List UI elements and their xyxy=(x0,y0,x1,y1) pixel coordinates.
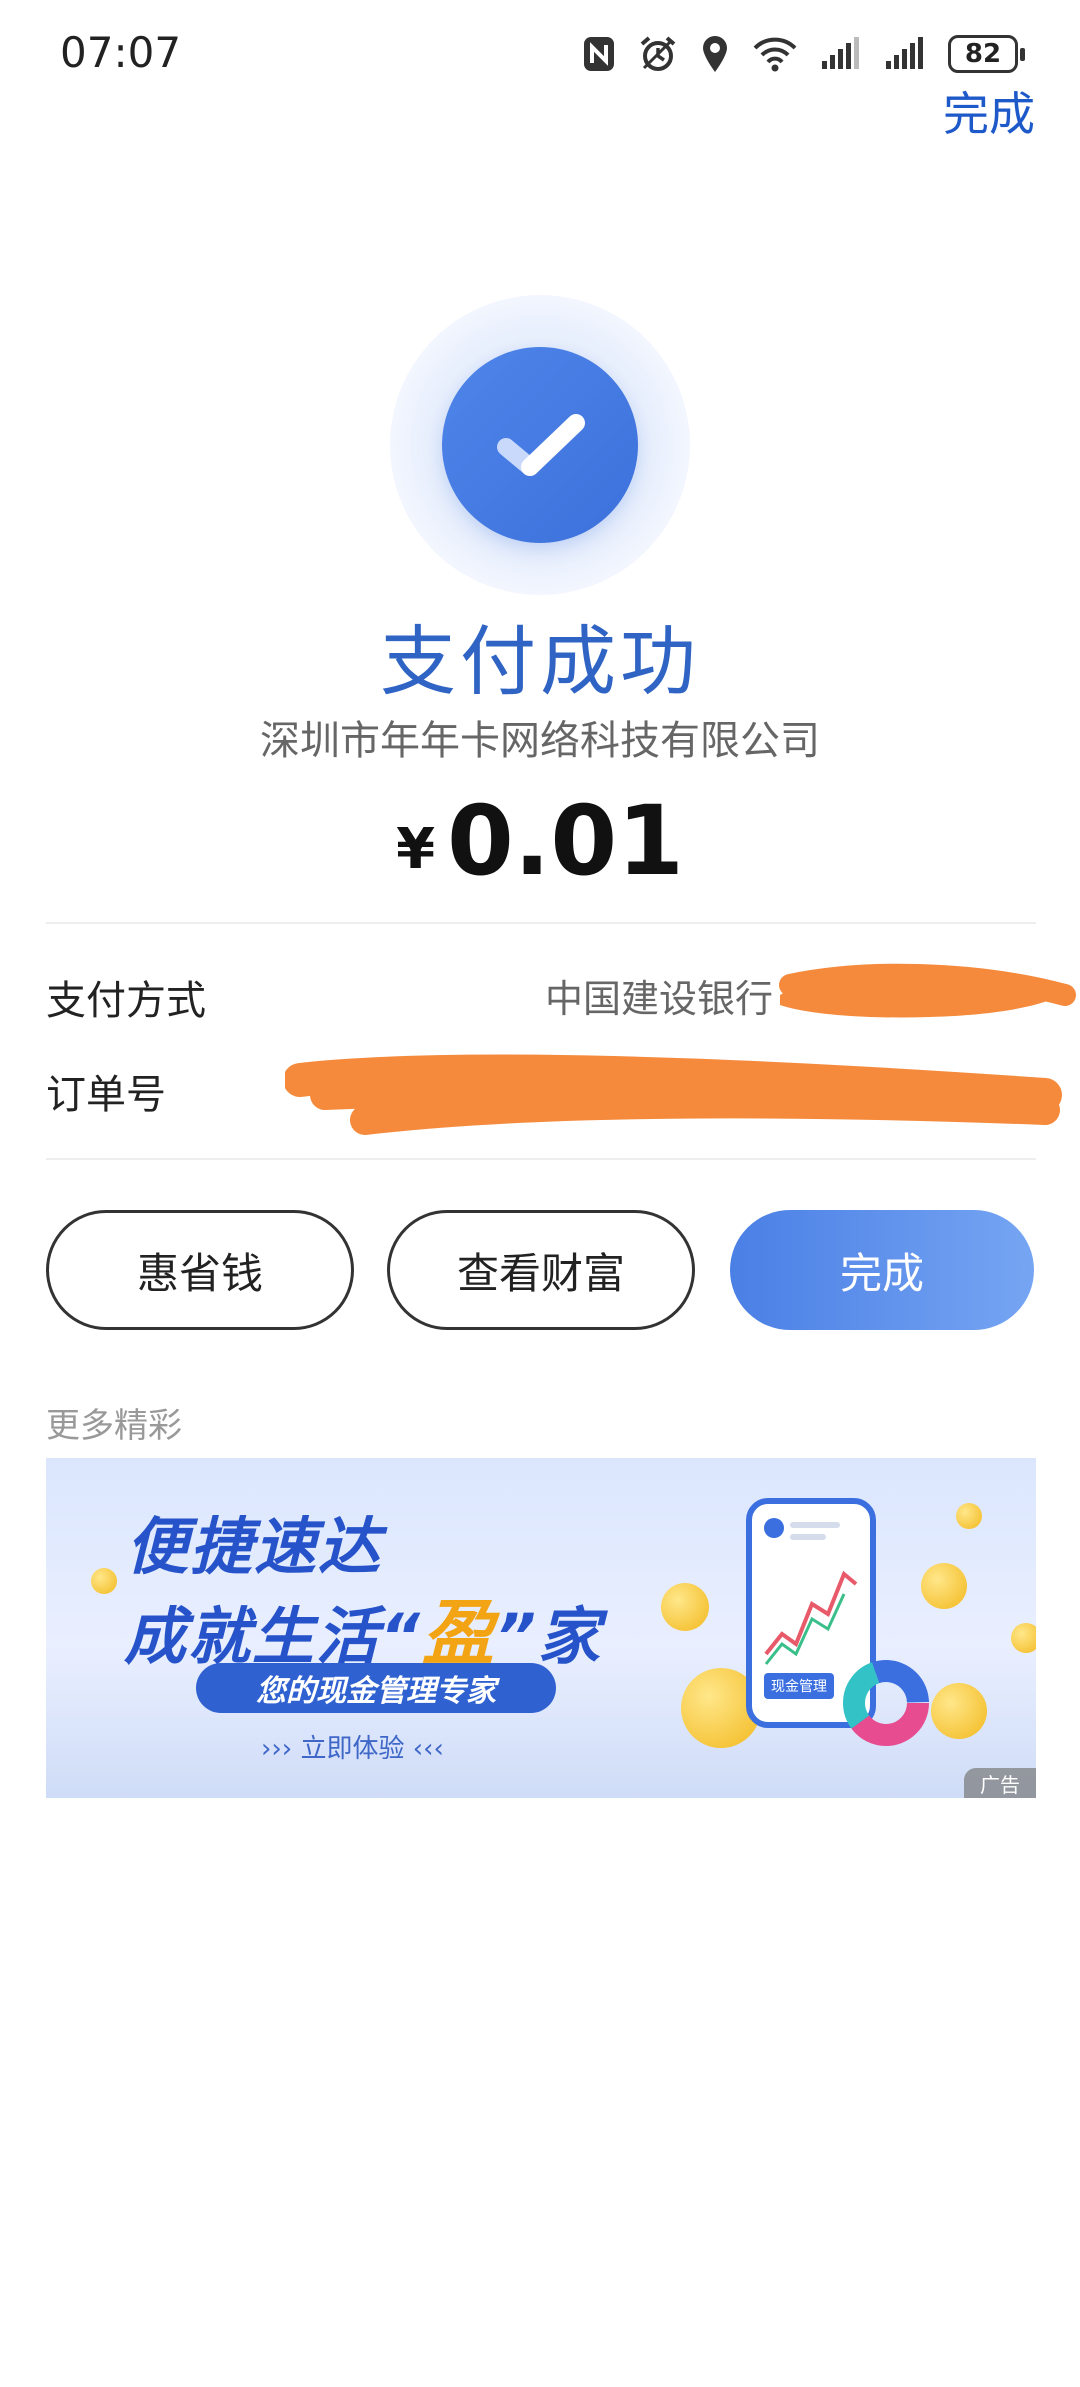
nfc-icon xyxy=(584,37,614,71)
signal-icon xyxy=(822,37,859,69)
status-time: 07:07 xyxy=(60,28,182,77)
payment-success-title: 支付成功 xyxy=(380,617,700,706)
top-done-button[interactable]: 完成 xyxy=(943,78,1035,144)
payment-amount: ¥0.01 xyxy=(0,785,1080,897)
coin-icon xyxy=(661,1583,709,1631)
redaction-scribble xyxy=(779,963,1076,1018)
phone-label: 现金管理 xyxy=(764,1673,834,1699)
banner-pill: 您的现金管理专家 xyxy=(196,1663,556,1713)
battery-level: 82 xyxy=(964,39,1002,69)
currency-symbol: ¥ xyxy=(396,817,436,882)
wifi-icon xyxy=(753,37,797,72)
payment-method-label: 支付方式 xyxy=(46,978,206,1024)
payment-method-value: 中国建设银行 xyxy=(545,977,774,1021)
done-button[interactable]: 完成 xyxy=(730,1210,1034,1330)
location-icon xyxy=(703,36,727,72)
order-number-label: 订单号 xyxy=(46,1072,166,1118)
coin-icon xyxy=(91,1568,117,1594)
success-badge xyxy=(390,295,690,595)
banner-headline-1: 便捷速达 xyxy=(126,1510,383,1583)
ad-tag: 广告 xyxy=(964,1768,1036,1798)
merchant-name: 深圳市年年卡网络科技有限公司 xyxy=(260,718,820,764)
battery-icon: 82 xyxy=(948,35,1025,73)
coin-icon xyxy=(1011,1623,1036,1653)
save-money-button[interactable]: 惠省钱 xyxy=(46,1210,354,1330)
divider xyxy=(46,922,1036,924)
signal-icon xyxy=(886,37,923,69)
status-icons: 82 xyxy=(582,30,1025,78)
more-section-title: 更多精彩 xyxy=(46,1406,182,1446)
coin-icon xyxy=(921,1563,967,1609)
check-icon xyxy=(442,347,638,543)
amount-value: 0.01 xyxy=(447,785,684,897)
alarm-icon xyxy=(640,36,676,71)
coin-icon xyxy=(931,1683,987,1739)
banner-cta[interactable]: ››› 立即体验 ‹‹‹ xyxy=(261,1728,444,1765)
chart-ring-icon xyxy=(843,1660,929,1746)
promo-banner[interactable]: 便捷速达 成就生活“盈”家 您的现金管理专家 ››› 立即体验 ‹‹‹ 现金管理… xyxy=(46,1458,1036,1798)
redaction-scribble xyxy=(285,1054,1062,1135)
divider xyxy=(46,1158,1036,1160)
status-bar: 07:07 82 xyxy=(0,0,1080,100)
coin-icon xyxy=(956,1503,982,1529)
view-wealth-button[interactable]: 查看财富 xyxy=(387,1210,695,1330)
